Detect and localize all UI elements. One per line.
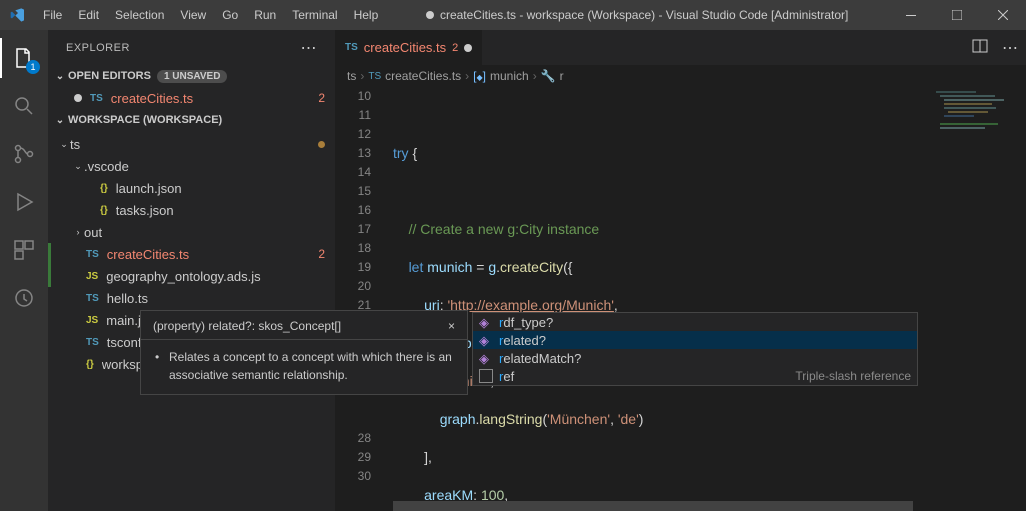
title-bar: File Edit Selection View Go Run Terminal…: [0, 0, 1026, 30]
suggest-item[interactable]: ref Triple-slash reference: [473, 367, 917, 385]
git-modified-icon: [318, 141, 325, 148]
line-gutter: 101112131415161718192021282930: [335, 87, 389, 486]
error-count: 2: [318, 247, 325, 261]
suggest-hint: Triple-slash reference: [795, 369, 911, 383]
menu-view[interactable]: View: [172, 0, 214, 30]
git-added-bar: [48, 243, 51, 265]
menu-terminal[interactable]: Terminal: [284, 0, 345, 30]
sidebar-more-icon[interactable]: ⋯: [301, 38, 318, 58]
explorer-sidebar: EXPLORER ⋯ ⌄ OPEN EDITORS 1 UNSAVED TS c…: [48, 30, 335, 511]
breadcrumb[interactable]: ts› TS createCities.ts› [◆] munich› 🔧 r: [335, 65, 1026, 87]
property-icon: ◈: [479, 351, 493, 365]
explorer-badge: 1: [26, 60, 40, 74]
dirty-dot-icon: [74, 94, 82, 102]
javascript-icon: JS: [84, 314, 100, 327]
activity-remote[interactable]: [0, 278, 48, 318]
unsaved-badge: 1 UNSAVED: [157, 70, 228, 83]
menu-go[interactable]: Go: [214, 0, 246, 30]
close-icon[interactable]: ×: [442, 319, 461, 333]
open-editor-item[interactable]: TS createCities.ts 2: [48, 87, 335, 109]
reference-icon: [479, 369, 493, 383]
code-editor[interactable]: 101112131415161718192021282930 try { // …: [335, 87, 1026, 511]
activity-source-control[interactable]: [0, 134, 48, 174]
window-controls: [888, 0, 1026, 30]
property-icon: ◈: [479, 333, 493, 347]
property-icon: ◈: [479, 315, 493, 329]
hover-tooltip: (property) related?: skos_Concept[] × Re…: [140, 310, 468, 395]
error-count: 2: [318, 91, 325, 105]
editor-area: TS createCities.ts 2 ⋯ ts› TS createCiti…: [335, 30, 1026, 511]
file-createcities[interactable]: TS createCities.ts 2: [48, 243, 335, 265]
menu-file[interactable]: File: [35, 0, 70, 30]
chevron-down-icon: ⌄: [52, 71, 68, 82]
sidebar-header: EXPLORER ⋯: [48, 30, 335, 65]
activity-run-debug[interactable]: [0, 182, 48, 222]
maximize-button[interactable]: [934, 0, 980, 30]
editor-tabs: TS createCities.ts 2 ⋯: [335, 30, 1026, 65]
json-icon: {}: [84, 358, 96, 371]
suggest-item-selected[interactable]: ◈ related?: [473, 331, 917, 349]
menu-selection[interactable]: Selection: [107, 0, 172, 30]
workspace-header[interactable]: ⌄ WORKSPACE (WORKSPACE): [48, 109, 335, 131]
activity-explorer[interactable]: 1: [0, 38, 48, 78]
menu-help[interactable]: Help: [346, 0, 387, 30]
suggest-item[interactable]: ◈ rdf_type?: [473, 313, 917, 331]
suggest-widget[interactable]: ◈ rdf_type? ◈ related? ◈ relatedMatch? r…: [472, 312, 918, 386]
file-geography[interactable]: JS geography_ontology.ads.js: [48, 265, 335, 287]
chevron-down-icon: ⌄: [72, 161, 84, 172]
typescript-icon: TS: [84, 292, 101, 305]
close-button[interactable]: [980, 0, 1026, 30]
tab-createcities[interactable]: TS createCities.ts 2: [335, 30, 483, 65]
property-icon: 🔧: [541, 69, 556, 83]
editor-actions: ⋯: [964, 30, 1026, 65]
chevron-down-icon: ⌄: [58, 139, 70, 150]
json-icon: {}: [98, 204, 110, 217]
horizontal-scrollbar[interactable]: [335, 501, 1026, 511]
typescript-icon: TS: [345, 42, 358, 53]
activity-bar: 1: [0, 30, 48, 511]
scrollbar-thumb[interactable]: [393, 501, 913, 511]
git-added-bar: [48, 265, 51, 287]
split-editor-icon[interactable]: [972, 38, 988, 57]
window-title: createCities.ts - workspace (Workspace) …: [386, 8, 888, 22]
open-editors-header[interactable]: ⌄ OPEN EDITORS 1 UNSAVED: [48, 65, 335, 87]
suggest-item[interactable]: ◈ relatedMatch?: [473, 349, 917, 367]
chevron-down-icon: ⌄: [52, 115, 68, 126]
hover-signature: (property) related?: skos_Concept[]: [153, 319, 341, 333]
typescript-icon: TS: [88, 92, 105, 105]
variable-icon: [◆]: [473, 69, 486, 83]
dirty-indicator-icon: [426, 11, 434, 19]
typescript-icon: TS: [368, 71, 381, 82]
activity-search[interactable]: [0, 86, 48, 126]
folder-ts[interactable]: ⌄ ts: [48, 133, 335, 155]
javascript-icon: JS: [84, 270, 100, 283]
menu-edit[interactable]: Edit: [70, 0, 107, 30]
vscode-logo-icon: [0, 7, 35, 23]
typescript-icon: TS: [84, 248, 101, 261]
json-icon: {}: [98, 182, 110, 195]
hover-description: Relates a concept to a concept with whic…: [153, 348, 461, 384]
file-hello[interactable]: TS hello.ts: [48, 287, 335, 309]
folder-out[interactable]: › out: [48, 221, 335, 243]
more-actions-icon[interactable]: ⋯: [1002, 38, 1018, 58]
file-tasks-json[interactable]: {} tasks.json: [48, 199, 335, 221]
dirty-dot-icon: [464, 44, 472, 52]
file-launch-json[interactable]: {} launch.json: [48, 177, 335, 199]
folder-vscode[interactable]: ⌄ .vscode: [48, 155, 335, 177]
activity-extensions[interactable]: [0, 230, 48, 270]
menu-run[interactable]: Run: [246, 0, 284, 30]
tsconfig-icon: TS: [84, 336, 101, 349]
minimap[interactable]: [932, 87, 1012, 511]
minimize-button[interactable]: [888, 0, 934, 30]
menu-bar: File Edit Selection View Go Run Terminal…: [35, 0, 386, 30]
chevron-right-icon: ›: [72, 227, 84, 237]
